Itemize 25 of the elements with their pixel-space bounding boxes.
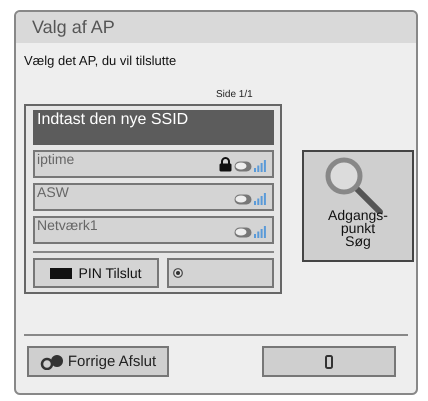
network-name: Netværk1 — [37, 218, 98, 235]
keyboard-icon — [50, 268, 72, 278]
toggle-icon — [234, 161, 252, 172]
toggle-icon — [234, 194, 252, 205]
search-ap-button[interactable]: Adgangs- punkt Søg — [302, 150, 414, 262]
window-title: Valg af AP — [32, 17, 115, 38]
bottom-right-button[interactable] — [262, 346, 396, 377]
network-item[interactable]: iptime — [33, 150, 274, 178]
toggle-icon — [234, 227, 252, 238]
remote-buttons-icon — [40, 354, 64, 370]
network-name: iptime — [37, 152, 74, 169]
back-exit-button[interactable]: Forrige Afslut — [27, 346, 169, 377]
network-item[interactable]: Netværk1 — [33, 216, 274, 244]
prompt-text: Vælg det AP, du vil tilslutte — [24, 53, 178, 68]
page-indicator: Side 1/1 — [216, 89, 253, 100]
remote-key-icon — [325, 354, 333, 368]
signal-icon — [254, 160, 266, 172]
signal-icon — [254, 226, 266, 238]
new-ssid-item[interactable]: Indtast den nye SSID — [33, 110, 274, 145]
pin-connect-button[interactable]: PIN Tilslut — [33, 258, 159, 288]
network-name: ASW — [37, 185, 69, 202]
network-item[interactable]: ASW — [33, 183, 274, 211]
signal-icon — [254, 193, 266, 205]
option-button[interactable] — [167, 258, 274, 288]
radio-icon — [173, 268, 183, 278]
